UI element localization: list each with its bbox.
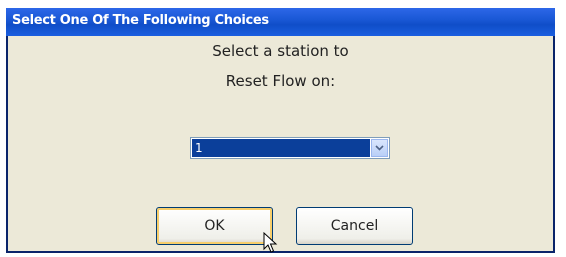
dialog-window: Select One Of The Following Choices Sele… xyxy=(6,8,555,253)
dialog-title: Select One Of The Following Choices xyxy=(12,13,269,28)
ok-button[interactable]: OK xyxy=(156,207,273,245)
station-select-value: 1 xyxy=(192,139,370,157)
mouse-pointer-icon xyxy=(263,232,278,253)
prompt-line-2: Reset Flow on: xyxy=(225,72,336,90)
dropdown-button[interactable] xyxy=(371,139,388,157)
station-select[interactable]: 1 xyxy=(190,137,390,159)
chevron-down-icon xyxy=(375,145,384,151)
prompt-line-1: Select a station to xyxy=(212,42,349,60)
cancel-button[interactable]: Cancel xyxy=(296,207,413,245)
title-bar[interactable]: Select One Of The Following Choices xyxy=(6,8,555,36)
